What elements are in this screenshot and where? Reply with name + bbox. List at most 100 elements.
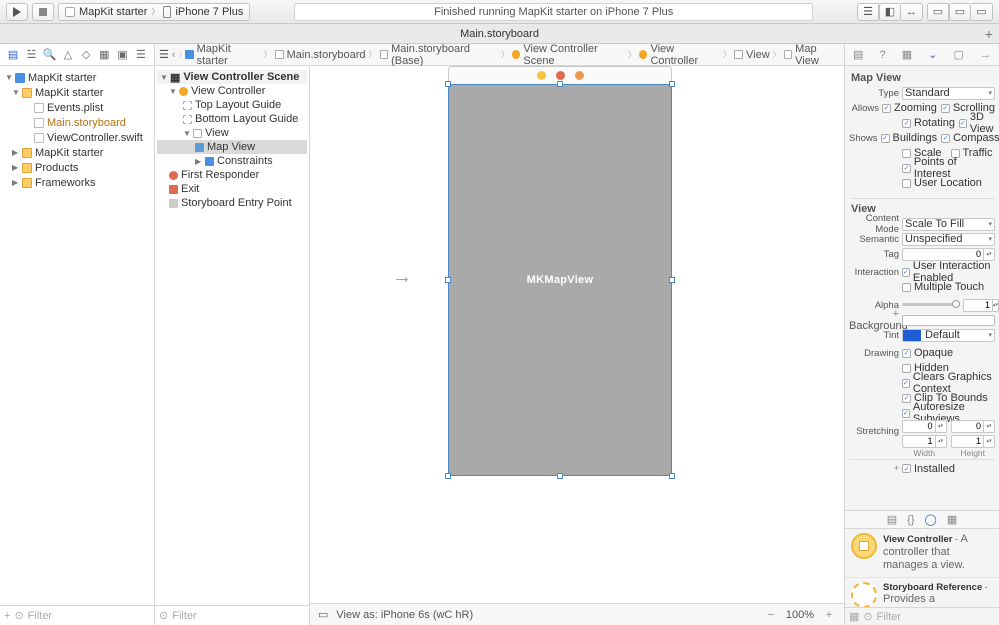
test-navigator-icon[interactable]: ◇ [80, 49, 92, 61]
content-mode-select[interactable]: Scale To Fill▾ [902, 218, 995, 231]
poi-checkbox[interactable]: Points of Interest [902, 162, 995, 175]
stretch-h-field[interactable]: ▴▾ [951, 435, 996, 448]
vc-icon[interactable] [537, 71, 546, 80]
userloc-checkbox[interactable]: User Location [902, 177, 995, 190]
symbol-navigator-icon[interactable]: ☱ [25, 49, 37, 61]
rotating-checkbox[interactable]: Rotating [902, 117, 955, 130]
forward-button[interactable]: › [179, 49, 183, 61]
add-tab-button[interactable]: + [985, 26, 993, 42]
tab-title[interactable]: Main.storyboard [460, 28, 539, 40]
exit-icon[interactable] [575, 71, 584, 80]
jump-view[interactable]: View [734, 49, 770, 61]
group-mapkit[interactable]: MapKit starter [2, 85, 152, 100]
stretch-y-field[interactable]: ▴▾ [951, 420, 996, 433]
breakpoint-navigator-icon[interactable]: ▣ [117, 49, 129, 61]
filter-placeholder[interactable]: Filter [28, 610, 52, 622]
find-navigator-icon[interactable]: 🔍 [44, 49, 56, 61]
jump-base[interactable]: Main.storyboard (Base) [380, 43, 498, 67]
alpha-field[interactable]: ▴▾ [963, 299, 995, 312]
connections-inspector-icon[interactable]: → [980, 49, 991, 61]
outline-entry[interactable]: Storyboard Entry Point [157, 196, 307, 210]
grid-toggle-icon[interactable]: ▦ [849, 610, 859, 623]
zoom-level[interactable]: 100% [786, 609, 814, 621]
resize-handle[interactable] [669, 277, 675, 283]
library-item-storyboard-ref[interactable]: Storyboard Reference - Provides a placeh… [845, 578, 999, 607]
zoom-in-button[interactable]: + [822, 609, 836, 621]
jump-file[interactable]: Main.storyboard [275, 49, 366, 61]
folder-frameworks[interactable]: Frameworks [2, 175, 152, 190]
compass-checkbox[interactable]: Compass [941, 132, 999, 145]
issue-navigator-icon[interactable]: △ [62, 49, 74, 61]
tag-field[interactable]: ▴▾ [902, 248, 995, 261]
resize-handle[interactable] [557, 473, 563, 479]
resize-handle[interactable] [445, 473, 451, 479]
standard-editor-button[interactable]: ☰ [857, 3, 879, 21]
tint-select[interactable]: Default▾ [902, 329, 995, 342]
ib-canvas[interactable]: → MKMapView [310, 66, 844, 625]
add-file-button[interactable]: + [4, 610, 10, 622]
attributes-inspector-icon[interactable]: ⌄ [928, 48, 937, 61]
buildings-checkbox[interactable]: Buildings [881, 132, 938, 145]
code-snippets-icon[interactable]: {} [907, 514, 914, 526]
scheme-selector[interactable]: MapKit starter 〉 iPhone 7 Plus [58, 3, 250, 21]
jump-mapview[interactable]: Map View [784, 43, 840, 67]
toggle-navigator-button[interactable]: ▭ [927, 3, 949, 21]
outline-filter-placeholder[interactable]: Filter [172, 610, 196, 622]
identity-inspector-icon[interactable]: ▦ [902, 48, 912, 61]
uie-checkbox[interactable]: User Interaction Enabled [902, 266, 995, 279]
device-preview[interactable]: MKMapView [448, 66, 672, 476]
outline-constraints[interactable]: Constraints [157, 154, 307, 168]
mapview-on-canvas[interactable]: MKMapView [448, 84, 672, 476]
outline-exit[interactable]: Exit [157, 182, 307, 196]
multitouch-checkbox[interactable]: Multiple Touch [902, 281, 995, 294]
report-navigator-icon[interactable]: ☰ [135, 49, 147, 61]
assistant-editor-button[interactable]: ◧ [879, 3, 901, 21]
jump-vc[interactable]: View Controller [639, 43, 720, 67]
project-root[interactable]: MapKit starter [2, 70, 152, 85]
stretch-w-field[interactable]: ▴▾ [902, 435, 947, 448]
resize-handle[interactable] [445, 81, 451, 87]
semantic-select[interactable]: Unspecified▾ [902, 233, 995, 246]
outline-toggle-icon[interactable]: ☰ [159, 48, 169, 61]
size-inspector-icon[interactable]: ▢ [953, 48, 963, 61]
zoom-out-button[interactable]: − [764, 609, 778, 621]
jump-project[interactable]: MapKit starter [185, 43, 260, 67]
autoresize-checkbox[interactable]: Autoresize Subviews [902, 407, 995, 420]
resize-handle[interactable] [669, 81, 675, 87]
quickhelp-inspector-icon[interactable]: ? [880, 49, 886, 61]
file-events-plist[interactable]: Events.plist [2, 100, 152, 115]
run-button[interactable] [6, 3, 28, 21]
device-config-button[interactable]: ▭ [318, 608, 328, 621]
resize-handle[interactable] [669, 473, 675, 479]
resize-handle[interactable] [445, 277, 451, 283]
outline-vc[interactable]: View Controller [157, 84, 307, 98]
toggle-inspector-button[interactable]: ▭ [971, 3, 993, 21]
toggle-debug-button[interactable]: ▭ [949, 3, 971, 21]
file-inspector-icon[interactable]: ▤ [853, 48, 863, 61]
scene-header[interactable]: ▦ View Controller Scene [157, 70, 307, 84]
clears-checkbox[interactable]: Clears Graphics Context [902, 377, 995, 390]
stretch-x-field[interactable]: ▴▾ [902, 420, 947, 433]
resize-handle[interactable] [557, 81, 563, 87]
folder-mapkit-starter[interactable]: MapKit starter [2, 145, 152, 160]
debug-navigator-icon[interactable]: ▦ [98, 49, 110, 61]
library-item-vc[interactable]: View Controller - A controller that mana… [845, 529, 999, 578]
outline-bottom-guide[interactable]: Bottom Layout Guide [157, 112, 307, 126]
jump-scene[interactable]: View Controller Scene [512, 43, 625, 67]
outline-mapview[interactable]: Map View [157, 140, 307, 154]
installed-checkbox[interactable]: Installed [902, 462, 995, 475]
outline-first-responder[interactable]: First Responder [157, 168, 307, 182]
object-library-icon[interactable]: ◯ [925, 513, 937, 526]
type-select[interactable]: Standard▾ [902, 87, 995, 100]
file-main-storyboard[interactable]: Main.storyboard [2, 115, 152, 130]
threeD-checkbox[interactable]: 3D View [959, 117, 995, 130]
stop-button[interactable] [32, 3, 54, 21]
view-as-label[interactable]: View as: iPhone 6s (wC hR) [336, 609, 473, 621]
media-library-icon[interactable]: ▦ [947, 513, 957, 526]
outline-view[interactable]: View [157, 126, 307, 140]
zooming-checkbox[interactable]: Zooming [882, 102, 937, 115]
project-navigator-icon[interactable]: ▤ [7, 49, 19, 61]
library-filter-placeholder[interactable]: Filter [877, 611, 901, 623]
outline-top-guide[interactable]: Top Layout Guide [157, 98, 307, 112]
alpha-slider[interactable] [902, 301, 960, 309]
